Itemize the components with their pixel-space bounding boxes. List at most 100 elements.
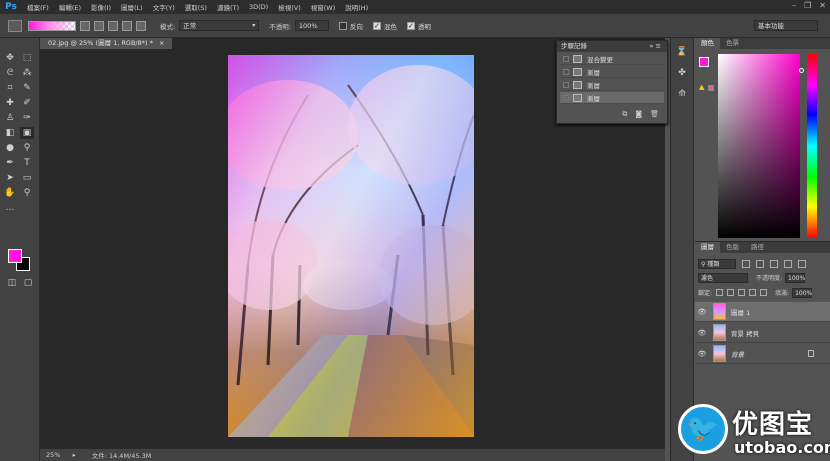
panel-menu-icon[interactable]: » ≡ xyxy=(650,41,662,52)
gradient-tool-preset-icon[interactable] xyxy=(8,19,22,32)
lock-position-icon[interactable] xyxy=(738,289,746,296)
zoom-tool-icon[interactable]: ⚲ xyxy=(20,187,34,199)
menu-edit[interactable]: 編輯(E) xyxy=(54,2,86,12)
lock-icon[interactable] xyxy=(808,350,814,357)
trash-icon[interactable]: 🗑 xyxy=(650,110,659,119)
menu-view[interactable]: 檢視(V) xyxy=(273,2,306,12)
close-tab-icon[interactable]: × xyxy=(159,39,164,47)
tab-paths[interactable]: 路徑 xyxy=(745,242,770,253)
history-item[interactable]: 漸層 xyxy=(560,79,664,91)
path-selection-tool-icon[interactable]: ➤ xyxy=(3,172,17,184)
canvas-image[interactable] xyxy=(228,55,474,437)
menu-type[interactable]: 文字(Y) xyxy=(148,2,180,12)
eye-icon[interactable]: 👁 xyxy=(695,308,709,316)
zoom-level[interactable]: 25% xyxy=(46,451,60,459)
tool-presets-icon[interactable]: ⟰ xyxy=(675,89,689,101)
tab-color[interactable]: 顏色 xyxy=(695,38,720,49)
gradient-preview[interactable] xyxy=(28,20,76,31)
history-panel-icon[interactable]: ⌛ xyxy=(675,47,689,59)
blend-mode-select[interactable]: 濾色 xyxy=(698,272,748,283)
diamond-gradient-button[interactable] xyxy=(136,20,146,31)
healing-brush-tool-icon[interactable]: ✚ xyxy=(3,97,17,109)
move-tool-icon[interactable]: ✥ xyxy=(3,52,17,64)
history-brush-tool-icon[interactable]: ✑ xyxy=(20,112,34,124)
eraser-tool-icon[interactable]: ◧ xyxy=(3,127,17,139)
gradient-tool-icon[interactable]: ▣ xyxy=(20,127,34,139)
color-field[interactable] xyxy=(718,54,800,238)
layer-row[interactable]: 👁 背景 xyxy=(695,344,830,364)
tab-layers[interactable]: 圖層 xyxy=(695,242,720,253)
menu-layer[interactable]: 圖層(L) xyxy=(116,2,148,12)
menu-filter[interactable]: 濾鏡(T) xyxy=(212,2,244,12)
workspace-select[interactable]: 基本功能 xyxy=(754,20,818,31)
camera-snapshot-icon[interactable]: ◙ xyxy=(635,110,642,119)
eye-icon[interactable]: 👁 xyxy=(695,329,709,337)
type-tool-icon[interactable]: T xyxy=(20,157,34,169)
status-arrow-icon[interactable]: ▸ xyxy=(72,451,75,459)
new-document-from-state-icon[interactable]: ⧉ xyxy=(622,110,627,119)
pen-tool-icon[interactable]: ✒ xyxy=(3,157,17,169)
document-tab[interactable]: 02.jpg @ 25% (圖層 1, RGB/8*) * × xyxy=(40,38,173,49)
gamut-warning-swatch[interactable] xyxy=(708,85,714,91)
layer-row-selected[interactable]: 👁 圖層 1 xyxy=(695,302,830,322)
layer-name[interactable]: 背景 xyxy=(731,349,744,359)
brush-tool-icon[interactable]: ✐ xyxy=(20,97,34,109)
close-button[interactable]: ✕ xyxy=(819,1,826,10)
radial-gradient-button[interactable] xyxy=(94,20,104,31)
history-item-selected[interactable]: 漸層 xyxy=(560,92,664,104)
layer-name[interactable]: 背景 拷貝 xyxy=(731,328,759,338)
menu-window[interactable]: 視窗(W) xyxy=(306,2,341,12)
hue-slider[interactable] xyxy=(807,54,817,238)
blur-tool-icon[interactable]: ● xyxy=(3,142,17,154)
menu-3d[interactable]: 3D(D) xyxy=(244,3,273,11)
rectangle-tool-icon[interactable]: ▭ xyxy=(20,172,34,184)
crop-tool-icon[interactable]: ⌗ xyxy=(3,82,17,94)
fill-field[interactable]: 100% xyxy=(792,287,812,298)
layer-row[interactable]: 👁 背景 拷貝 xyxy=(695,323,830,343)
eyedropper-tool-icon[interactable]: ✎ xyxy=(20,82,34,94)
layer-name[interactable]: 圖層 1 xyxy=(731,307,750,317)
filter-adjustment-icon[interactable] xyxy=(756,259,764,268)
color-panel-foreground-swatch[interactable] xyxy=(699,57,709,67)
reverse-checkbox[interactable] xyxy=(338,21,347,30)
screen-mode-icon[interactable]: ▢ xyxy=(21,277,35,289)
hand-tool-icon[interactable]: ✋ xyxy=(3,187,17,199)
tab-swatches[interactable]: 色票 xyxy=(720,38,745,49)
clone-stamp-tool-icon[interactable]: ♙ xyxy=(3,112,17,124)
foreground-color-swatch[interactable] xyxy=(8,249,22,263)
more-tools-icon[interactable]: … xyxy=(3,202,17,214)
tab-channels[interactable]: 色版 xyxy=(720,242,745,253)
filter-pixel-icon[interactable] xyxy=(742,259,750,268)
quick-mask-icon[interactable]: ◫ xyxy=(5,277,19,289)
eye-icon[interactable]: 👁 xyxy=(695,350,709,358)
history-panel-header[interactable]: 步驟記錄 » ≡ xyxy=(557,41,667,52)
linear-gradient-button[interactable] xyxy=(80,20,90,31)
lock-artboard-icon[interactable] xyxy=(749,289,757,296)
filter-shape-icon[interactable] xyxy=(784,259,792,268)
menu-help[interactable]: 說明(H) xyxy=(340,2,373,12)
maximize-button[interactable]: ❐ xyxy=(804,1,811,10)
layer-kind-filter[interactable]: ⚲ 種類 xyxy=(698,258,736,269)
dither-checkbox[interactable]: ✓ xyxy=(372,21,381,30)
marquee-tool-icon[interactable]: ⬚ xyxy=(20,52,34,64)
minimize-button[interactable]: – xyxy=(792,1,796,10)
layer-opacity-field[interactable]: 100% xyxy=(785,272,805,283)
transparency-checkbox[interactable]: ✓ xyxy=(406,21,415,30)
mode-select[interactable]: 正常 ▾ xyxy=(179,20,260,31)
filter-smart-object-icon[interactable] xyxy=(798,259,806,268)
menu-image[interactable]: 影像(I) xyxy=(86,2,116,12)
angle-gradient-button[interactable] xyxy=(108,20,118,31)
brush-settings-icon[interactable]: ✤ xyxy=(675,68,689,80)
history-item[interactable]: 混合變更 xyxy=(560,53,664,65)
opacity-field[interactable]: 100% xyxy=(294,20,329,31)
lasso-tool-icon[interactable]: ᘓ xyxy=(3,67,17,79)
lock-image-icon[interactable] xyxy=(727,289,735,296)
filter-type-icon[interactable] xyxy=(770,259,778,268)
gamut-warning-icon[interactable]: ▲ xyxy=(699,83,704,91)
history-item[interactable]: 漸層 xyxy=(560,66,664,78)
color-picker-cursor[interactable] xyxy=(799,68,804,73)
dodge-tool-icon[interactable]: ⚲ xyxy=(20,142,34,154)
menu-select[interactable]: 選取(S) xyxy=(180,2,212,12)
reflected-gradient-button[interactable] xyxy=(122,20,132,31)
menu-file[interactable]: 檔案(F) xyxy=(22,2,54,12)
